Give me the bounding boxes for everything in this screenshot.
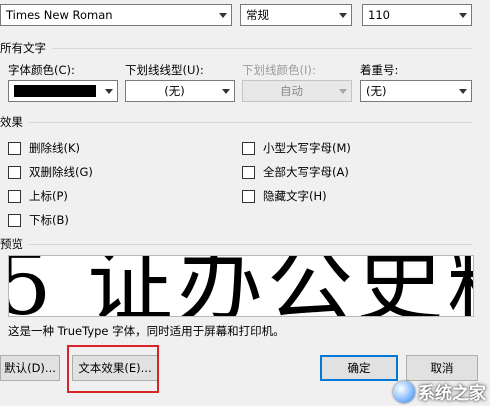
watermark-logo-icon bbox=[393, 380, 415, 403]
checkbox-label: 双删除线(G) bbox=[29, 165, 93, 179]
chevron-down-icon[interactable] bbox=[455, 81, 471, 101]
strikethrough-checkbox[interactable]: 删除线(K) bbox=[8, 140, 80, 156]
hidden-checkbox[interactable]: 隐藏文字(H) bbox=[242, 188, 327, 204]
cancel-button[interactable]: 取消 bbox=[406, 355, 478, 381]
preview-description: 这是一种 TrueType 字体，同时适用于屏幕和打印机。 bbox=[8, 324, 285, 338]
chevron-down-icon[interactable] bbox=[335, 5, 351, 25]
font-name-value: Times New Roman bbox=[6, 8, 113, 22]
preview-sample-text: 5 证办公史料 bbox=[9, 255, 473, 317]
underline-color-value: 自动 bbox=[280, 84, 303, 98]
checkbox-box[interactable] bbox=[8, 189, 21, 203]
preview-box: 5 证办公史料 bbox=[8, 255, 474, 317]
chevron-down-icon[interactable] bbox=[215, 5, 231, 25]
emphasis-value: (无) bbox=[366, 84, 387, 98]
subscript-checkbox[interactable]: 下标(B) bbox=[8, 212, 69, 228]
underline-style-value: (无) bbox=[164, 84, 185, 98]
font-style-combo[interactable]: 常规 bbox=[240, 4, 352, 26]
superscript-checkbox[interactable]: 上标(P) bbox=[8, 188, 68, 204]
checkbox-box[interactable] bbox=[8, 165, 21, 179]
checkbox-box[interactable] bbox=[242, 189, 255, 203]
font-size-value: 110 bbox=[368, 8, 390, 22]
effects-section-label: 效果 bbox=[0, 115, 23, 129]
checkbox-label: 下标(B) bbox=[29, 213, 69, 227]
watermark-text: 系统之家 bbox=[418, 384, 486, 404]
highlight-box bbox=[67, 345, 159, 393]
checkbox-box[interactable] bbox=[8, 213, 21, 227]
checkbox-box[interactable] bbox=[242, 141, 255, 155]
checkbox-label: 上标(P) bbox=[29, 189, 68, 203]
section-divider bbox=[28, 244, 472, 245]
default-button[interactable]: 默认(D)... bbox=[0, 355, 60, 381]
ok-button[interactable]: 确定 bbox=[320, 355, 398, 381]
section-divider bbox=[28, 122, 472, 123]
emphasis-combo[interactable]: (无) bbox=[360, 80, 472, 102]
emphasis-label: 着重号: bbox=[360, 63, 399, 77]
section-divider bbox=[52, 48, 472, 49]
watermark: 系统之家 bbox=[393, 379, 486, 404]
font-size-combo[interactable]: 110 bbox=[362, 4, 472, 26]
font-color-label: 字体颜色(C): bbox=[8, 63, 75, 77]
checkbox-box[interactable] bbox=[242, 165, 255, 179]
checkbox-box[interactable] bbox=[8, 141, 21, 155]
all-caps-checkbox[interactable]: 全部大写字母(A) bbox=[242, 164, 349, 180]
underline-color-combo: 自动 bbox=[242, 80, 352, 102]
chevron-down-icon bbox=[335, 81, 351, 101]
small-caps-checkbox[interactable]: 小型大写字母(M) bbox=[242, 140, 351, 156]
font-style-value: 常规 bbox=[246, 8, 269, 22]
underline-style-label: 下划线线型(U): bbox=[125, 63, 204, 77]
chevron-down-icon[interactable] bbox=[101, 81, 117, 101]
font-name-combo[interactable]: Times New Roman bbox=[0, 4, 232, 26]
chevron-down-icon[interactable] bbox=[455, 5, 471, 25]
checkbox-label: 小型大写字母(M) bbox=[263, 141, 351, 155]
checkbox-label: 全部大写字母(A) bbox=[263, 165, 349, 179]
chevron-down-icon[interactable] bbox=[218, 81, 234, 101]
double-strikethrough-checkbox[interactable]: 双删除线(G) bbox=[8, 164, 93, 180]
all-text-section-label: 所有文字 bbox=[0, 41, 46, 55]
checkbox-label: 删除线(K) bbox=[29, 141, 81, 155]
checkbox-label: 隐藏文字(H) bbox=[263, 189, 327, 203]
preview-section-label: 预览 bbox=[0, 237, 23, 251]
font-color-swatch bbox=[14, 85, 101, 97]
underline-color-label: 下划线颜色(I): bbox=[242, 63, 316, 77]
font-color-combo[interactable] bbox=[8, 80, 118, 102]
underline-style-combo[interactable]: (无) bbox=[125, 80, 235, 102]
